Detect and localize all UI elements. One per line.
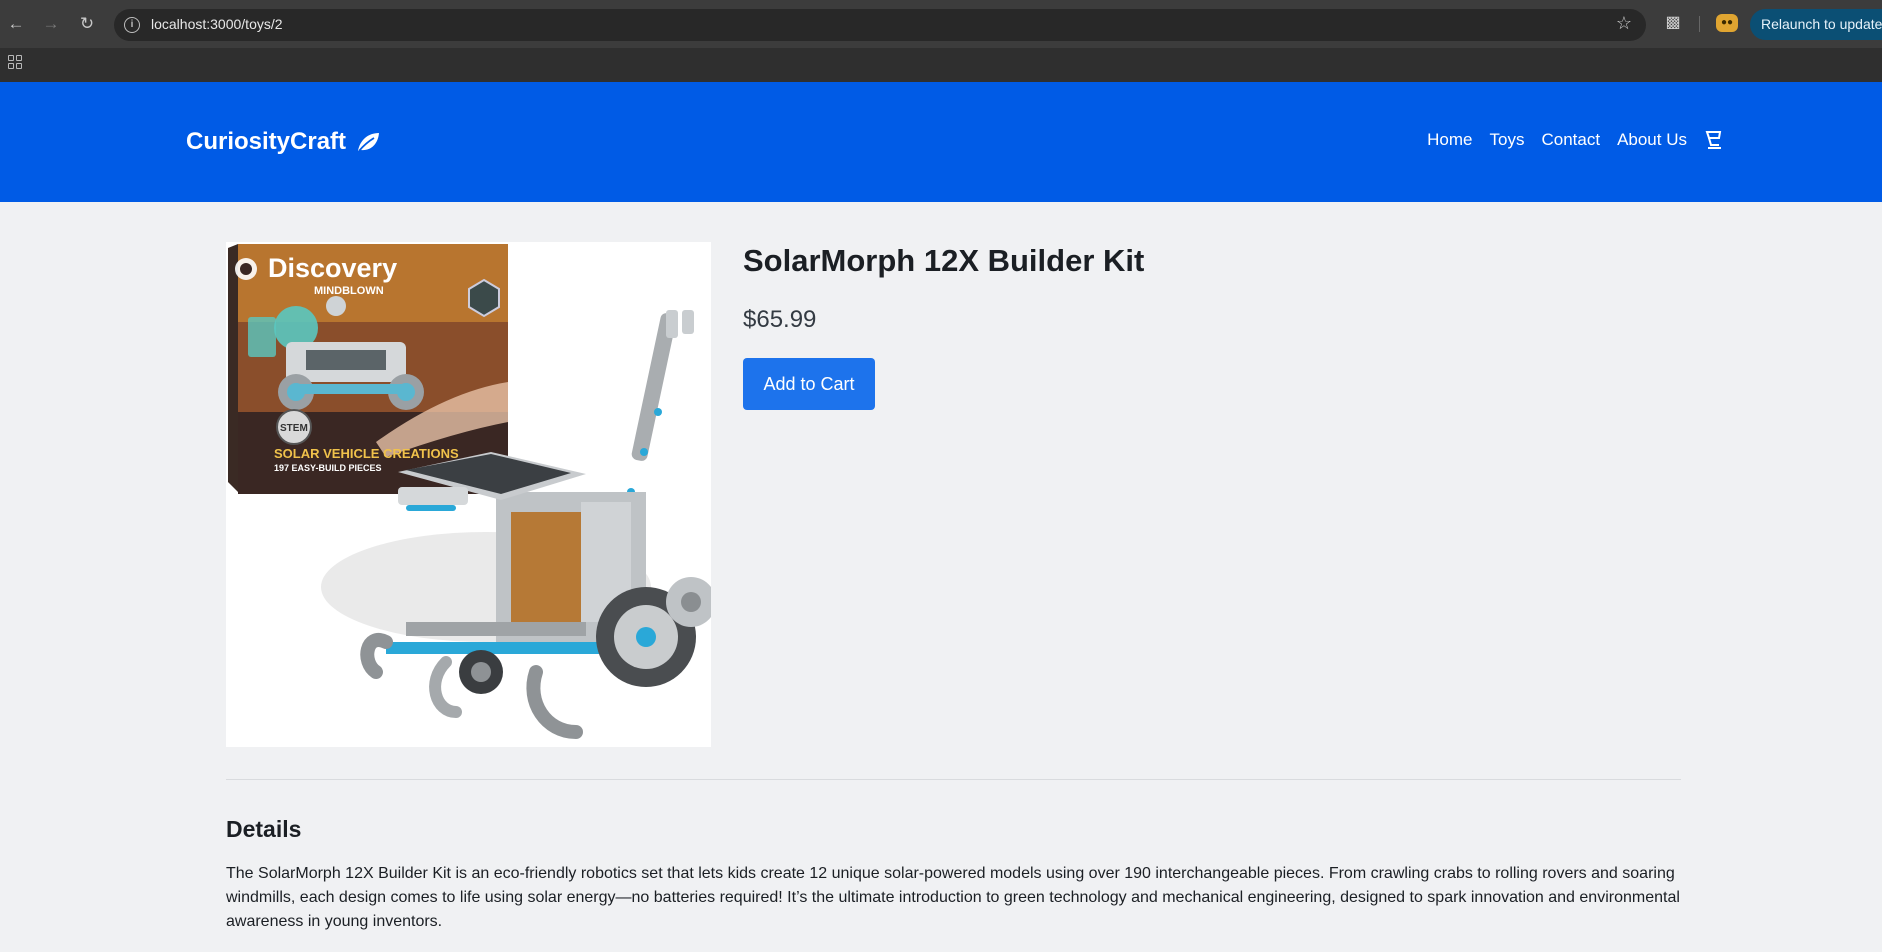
nav-contact[interactable]: Contact bbox=[1541, 130, 1600, 150]
brand-logo[interactable]: CuriosityCraft bbox=[186, 128, 380, 156]
star-icon[interactable]: ☆ bbox=[1616, 13, 1632, 34]
nav-home[interactable]: Home bbox=[1427, 130, 1472, 150]
product-box-illustration: Discovery MINDBLOWN STEM SOLAR VEHICLE C… bbox=[228, 244, 508, 494]
back-icon[interactable]: ← bbox=[4, 12, 28, 36]
leaf-icon bbox=[356, 131, 380, 153]
relaunch-button[interactable]: Relaunch to update bbox=[1750, 9, 1882, 40]
main-nav: Home Toys Contact About Us bbox=[1410, 130, 1724, 150]
product-image: Discovery MINDBLOWN STEM SOLAR VEHICLE C… bbox=[226, 242, 711, 747]
nav-about[interactable]: About Us bbox=[1617, 130, 1687, 150]
site-header: CuriosityCraft Home Toys Contact About U… bbox=[0, 82, 1882, 202]
product-title: SolarMorph 12X Builder Kit bbox=[743, 243, 1145, 278]
extensions-icon[interactable]: ▩ bbox=[1662, 12, 1684, 34]
details-heading: Details bbox=[226, 816, 302, 842]
stem-badge: STEM bbox=[280, 423, 308, 434]
section-divider bbox=[226, 779, 1681, 780]
reload-icon[interactable]: ↻ bbox=[75, 12, 99, 36]
add-to-cart-button[interactable]: Add to Cart bbox=[743, 358, 875, 410]
url-text[interactable]: localhost:3000/toys/2 bbox=[151, 16, 283, 32]
product-price: $65.99 bbox=[743, 306, 817, 333]
box-caption: SOLAR VEHICLE CREATIONS bbox=[274, 446, 459, 461]
cart-icon[interactable] bbox=[1704, 130, 1724, 150]
toolbar-divider bbox=[1699, 16, 1700, 32]
bookmarks-bar bbox=[0, 48, 1882, 82]
forward-icon[interactable]: → bbox=[39, 12, 63, 36]
box-brand: Discovery bbox=[268, 253, 397, 283]
profile-icon[interactable]: ●● bbox=[1716, 14, 1738, 32]
apps-icon[interactable] bbox=[8, 55, 22, 69]
browser-toolbar: ← → ↻ i localhost:3000/toys/2 ☆ ▩ ●● Rel… bbox=[0, 0, 1882, 48]
box-subcaption: 197 EASY-BUILD PIECES bbox=[274, 463, 382, 473]
box-subbrand: MINDBLOWN bbox=[314, 285, 384, 297]
details-description: The SolarMorph 12X Builder Kit is an eco… bbox=[226, 865, 1680, 930]
brand-name: CuriosityCraft bbox=[186, 128, 347, 155]
nav-toys[interactable]: Toys bbox=[1490, 130, 1525, 150]
info-icon[interactable]: i bbox=[124, 17, 140, 33]
address-bar[interactable]: i localhost:3000/toys/2 ☆ bbox=[114, 9, 1646, 41]
